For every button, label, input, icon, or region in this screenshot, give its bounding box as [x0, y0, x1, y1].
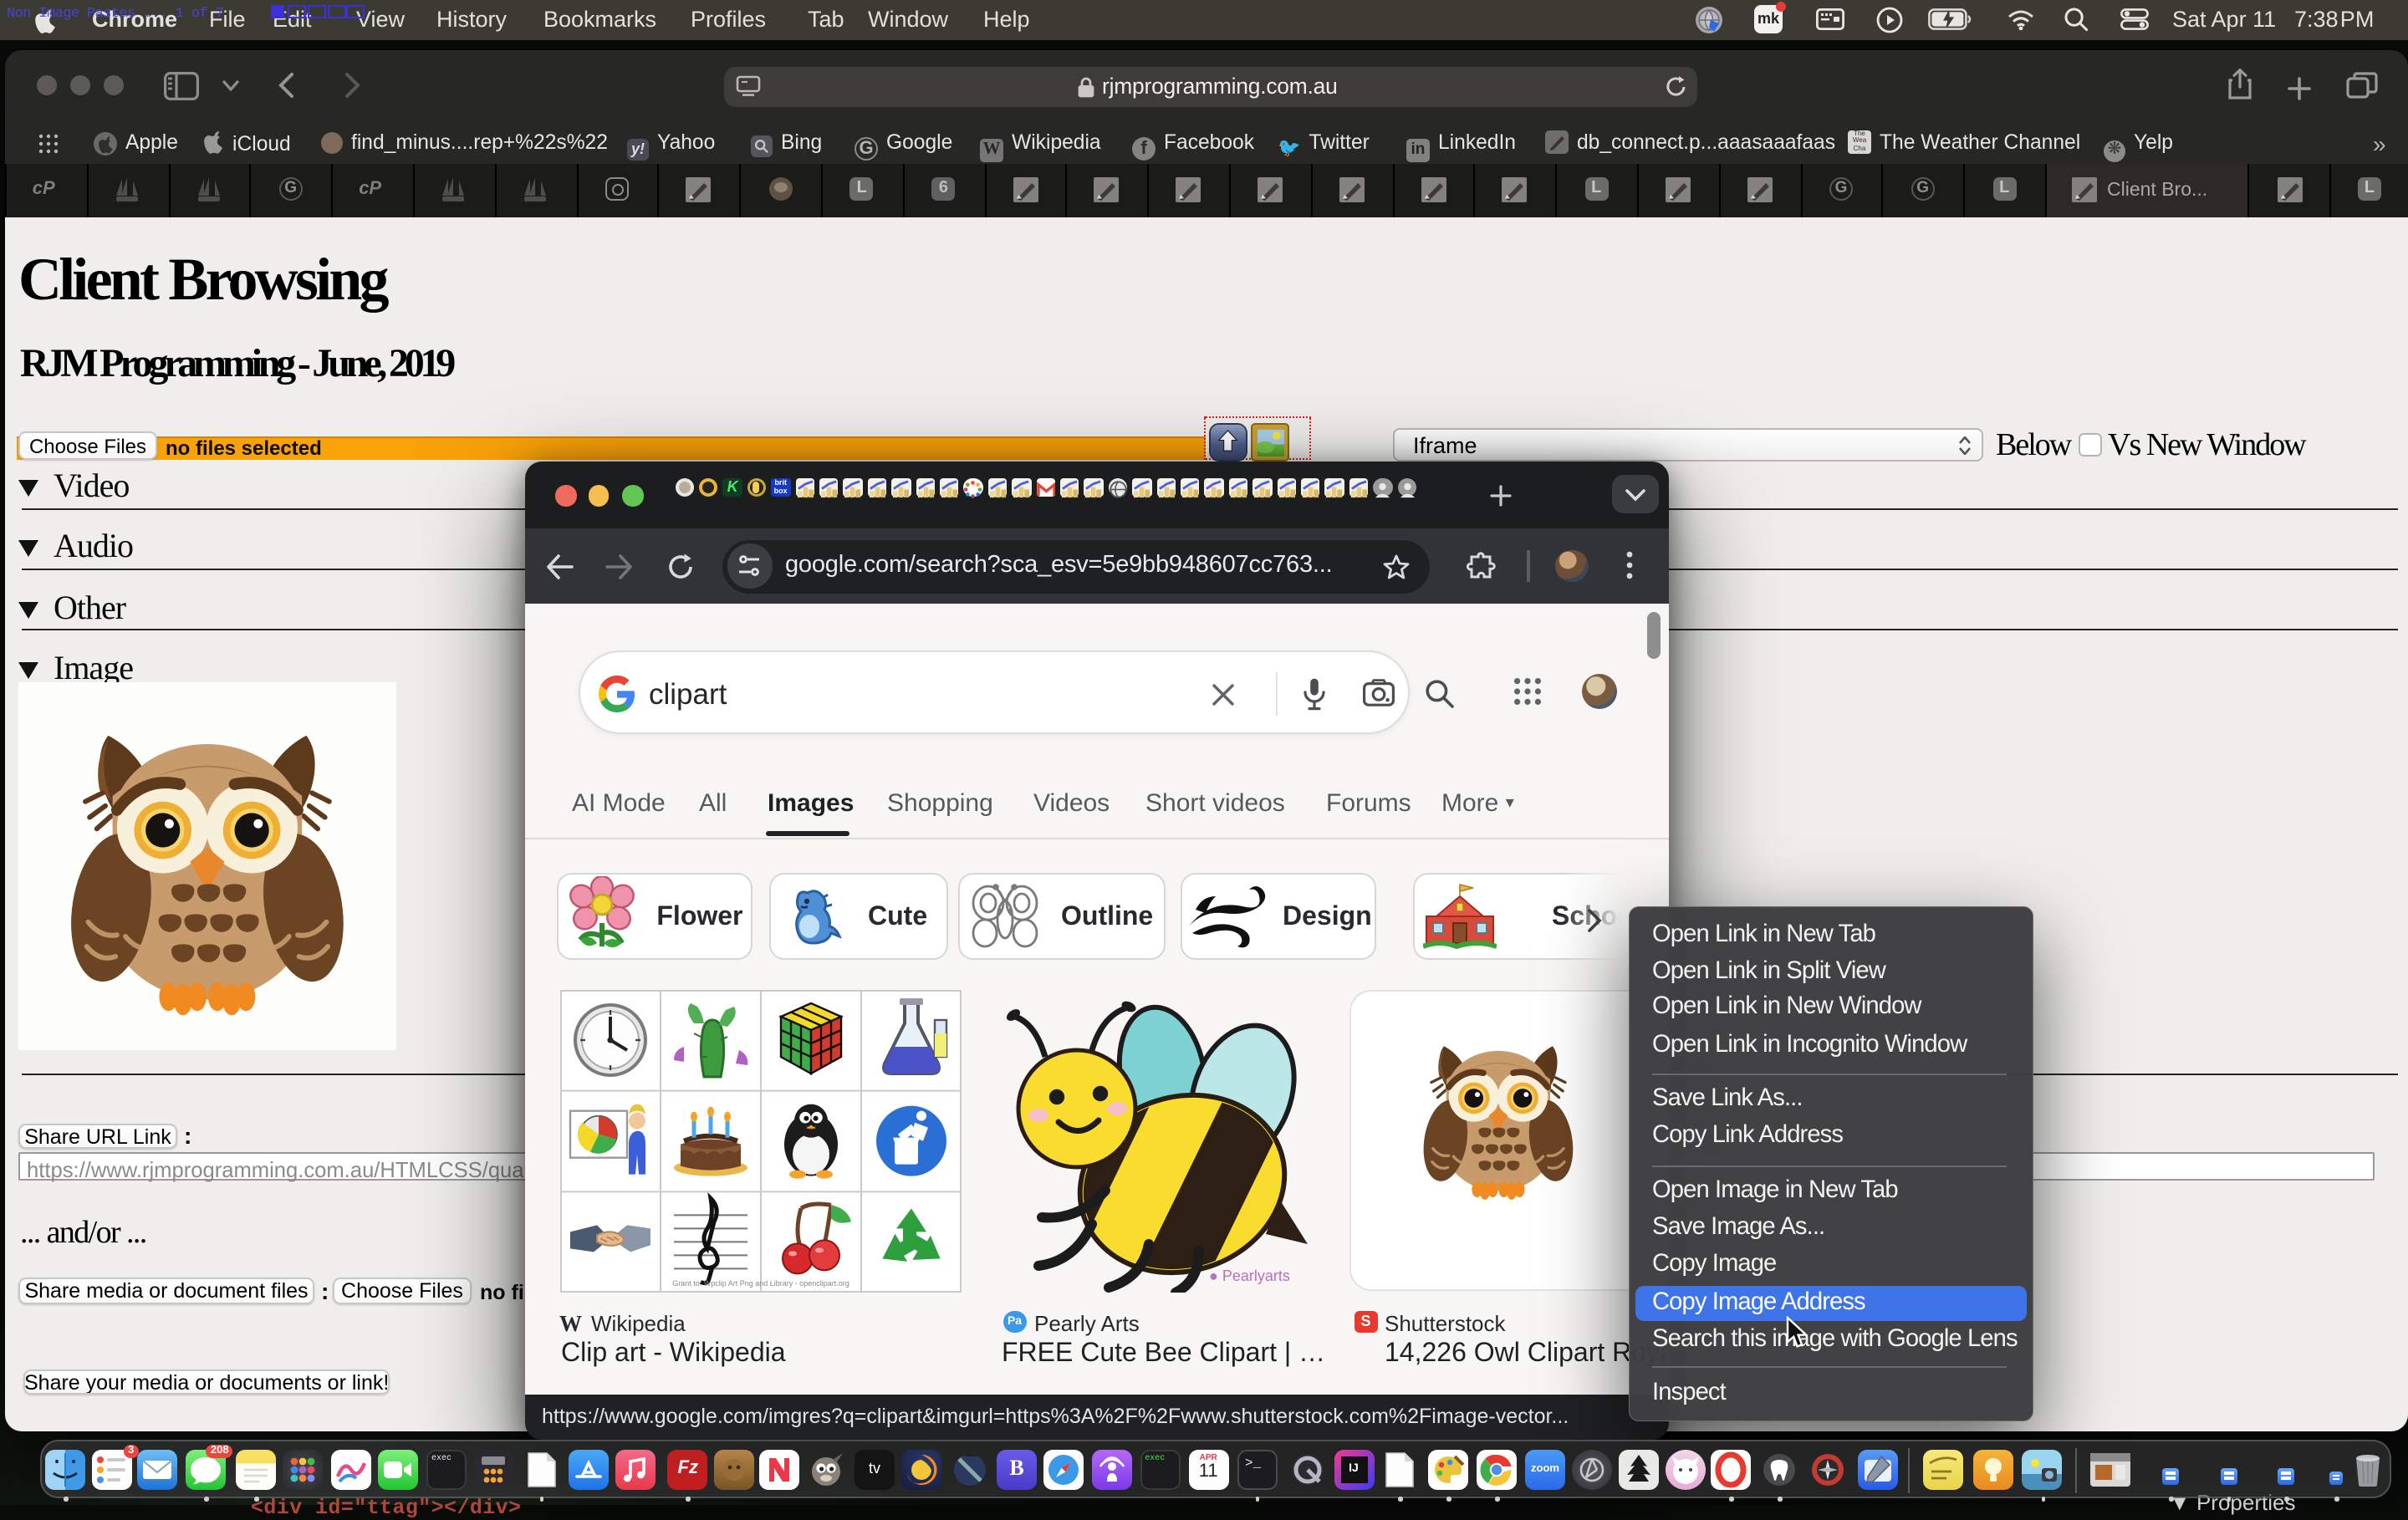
svg-text:Grant to: Wpclip Art Png and L: Grant to: Wpclip Art Png and Library - o… [671, 1279, 849, 1288]
svg-text:● Pearlyarts: ● Pearlyarts [1209, 1268, 1290, 1284]
